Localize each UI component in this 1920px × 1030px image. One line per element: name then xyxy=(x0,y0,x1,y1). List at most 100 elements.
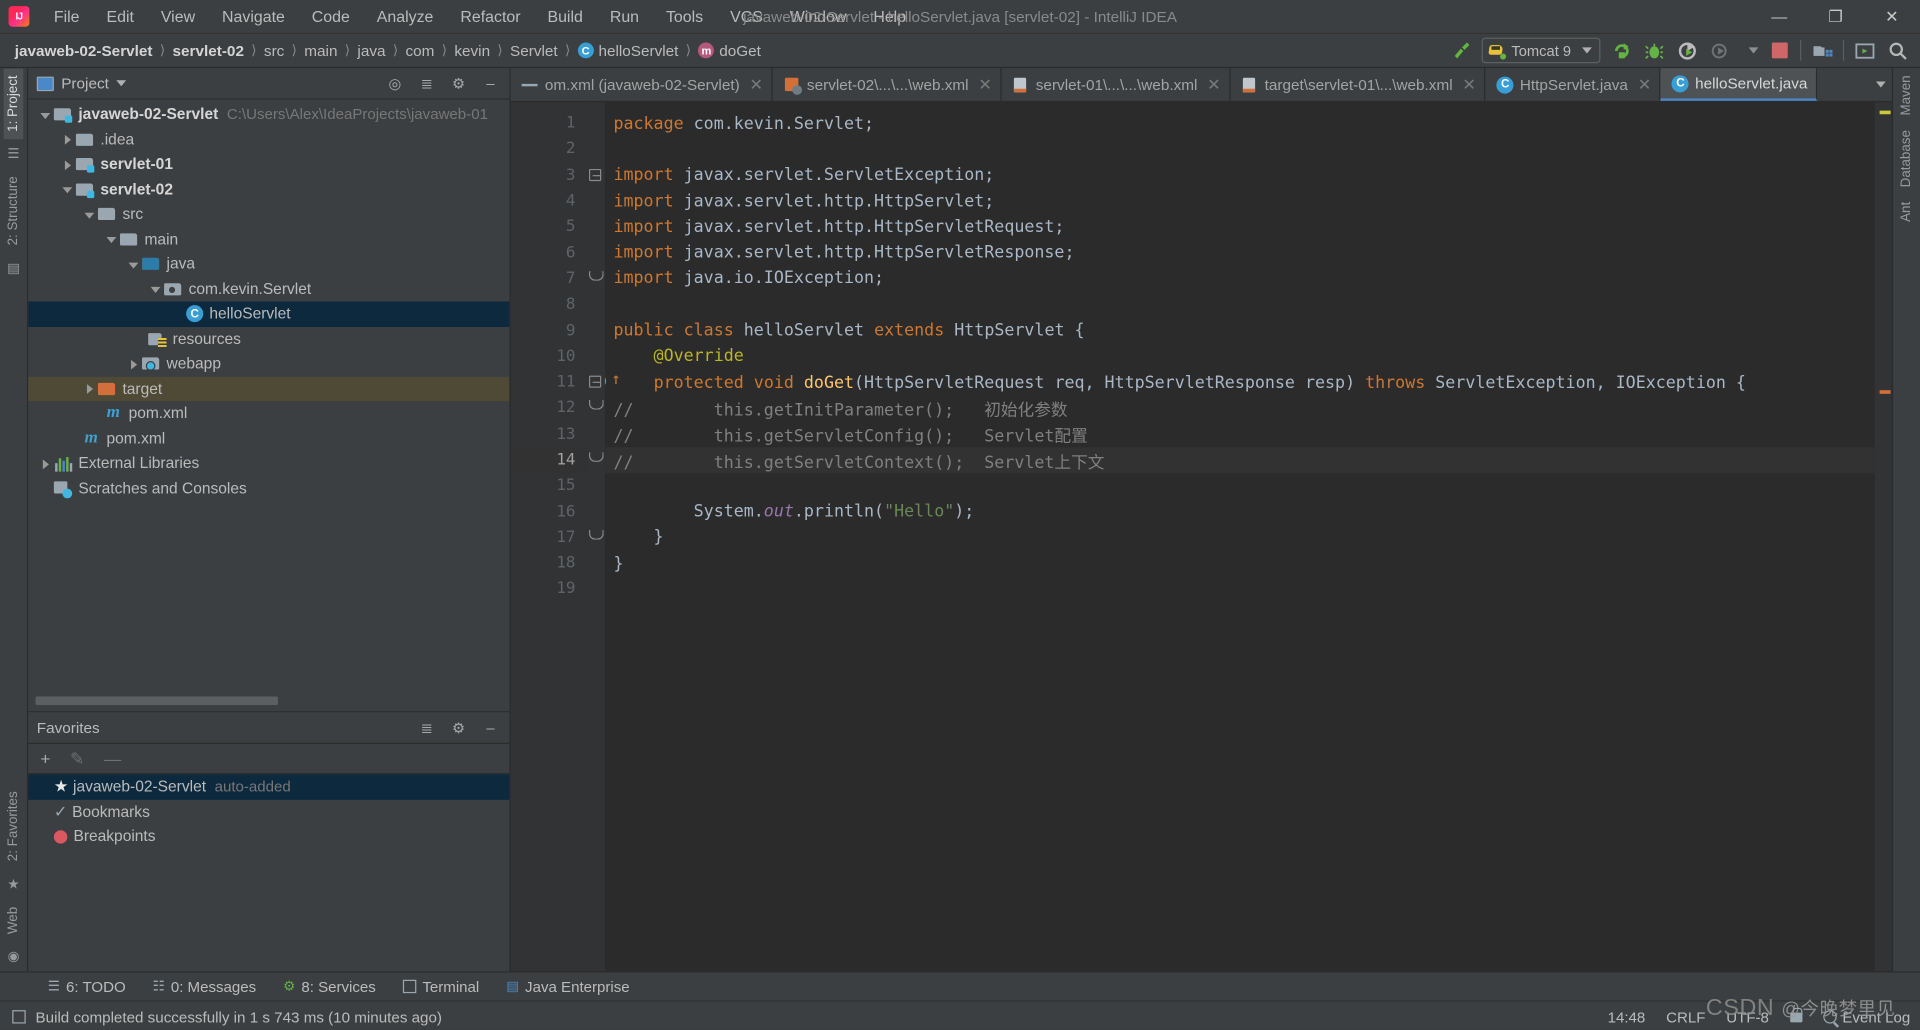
stop-icon[interactable] xyxy=(1767,38,1791,62)
tree-node-idea[interactable]: .idea xyxy=(28,127,509,152)
tool-tab-ant[interactable]: Ant xyxy=(1897,195,1917,230)
tool-window-services[interactable]: ⚙ 8: Services xyxy=(270,976,390,998)
code-folding-column[interactable] xyxy=(586,102,605,972)
close-icon[interactable]: ✕ xyxy=(1638,75,1651,94)
tool-window-todo[interactable]: ☰ 6: TODO xyxy=(34,976,139,998)
lock-icon[interactable] xyxy=(1789,1007,1802,1022)
project-horizontal-scrollbar[interactable] xyxy=(28,695,509,708)
menu-window[interactable]: Window xyxy=(776,4,860,30)
code-editor[interactable]: 1 2 3 4 5 6 7 8 9 10 11 ↑ 12 13 14 15 16… xyxy=(510,102,1892,972)
fold-method-icon[interactable] xyxy=(588,375,602,388)
warning-marker[interactable] xyxy=(1879,110,1891,115)
tree-node-servlet-02[interactable]: servlet-02 xyxy=(28,177,509,202)
code-content[interactable]: package com.kevin.Servlet; import javax.… xyxy=(604,102,1875,971)
breadcrumb-project[interactable]: javaweb-02-Servlet xyxy=(10,40,158,62)
tool-tab-web[interactable]: Web xyxy=(4,899,24,941)
editor-tab-httpservlet-java[interactable]: C HttpServlet.java ✕ xyxy=(1486,68,1661,101)
error-marker[interactable] xyxy=(1879,390,1891,394)
editor-marker-bar[interactable] xyxy=(1874,102,1892,972)
menu-edit[interactable]: Edit xyxy=(93,4,147,30)
chevron-right-icon[interactable] xyxy=(60,157,76,173)
menu-analyze[interactable]: Analyze xyxy=(363,4,447,30)
remove-favorite-button[interactable]: — xyxy=(104,749,121,768)
breadcrumb-src[interactable]: src xyxy=(259,40,289,62)
web-globe-icon[interactable]: ◉ xyxy=(4,947,22,965)
tool-tab-project[interactable]: 1: Project xyxy=(3,68,24,140)
favorites-item-project[interactable]: ★ javaweb-02-Servlet auto-added xyxy=(28,774,510,800)
tree-node-java[interactable]: java xyxy=(28,252,509,277)
minimize-button[interactable]: — xyxy=(1751,0,1807,33)
collapse-all-icon[interactable]: ≣ xyxy=(418,718,436,736)
menu-vcs[interactable]: VCS xyxy=(717,4,777,30)
chevron-down-icon[interactable] xyxy=(60,181,76,197)
collapse-all-icon[interactable]: ☰ xyxy=(4,145,22,163)
chevron-down-icon[interactable] xyxy=(116,80,127,87)
tab-list-chevron-icon[interactable] xyxy=(1875,81,1886,88)
breadcrumb-method[interactable]: m doGet xyxy=(694,40,766,62)
tree-node-scratches[interactable]: Scratches and Consoles xyxy=(28,476,509,501)
status-line-separator[interactable]: CRLF xyxy=(1666,1008,1705,1025)
run-icon[interactable] xyxy=(1609,38,1633,62)
hide-panel-icon[interactable]: – xyxy=(481,718,499,736)
build-hammer-icon[interactable] xyxy=(1449,38,1473,62)
tree-node-main[interactable]: main xyxy=(28,227,509,252)
tool-window-java-enterprise[interactable]: ▤ Java Enterprise xyxy=(493,976,643,998)
breadcrumb-module[interactable]: servlet-02 xyxy=(168,40,249,62)
tree-node-src[interactable]: src xyxy=(28,202,509,227)
menu-code[interactable]: Code xyxy=(298,4,363,30)
select-opened-file-icon[interactable]: ◎ xyxy=(386,74,404,92)
breadcrumb-main[interactable]: main xyxy=(299,40,342,62)
chevron-right-icon[interactable] xyxy=(38,456,54,472)
chevron-down-icon[interactable] xyxy=(148,281,164,297)
breadcrumb-com[interactable]: com xyxy=(401,40,440,62)
chevron-down-icon[interactable] xyxy=(38,107,54,123)
close-icon[interactable]: ✕ xyxy=(978,75,991,94)
tree-node-webapp[interactable]: webapp xyxy=(28,351,509,376)
fold-method-end-icon[interactable] xyxy=(588,529,604,540)
menu-help[interactable]: Help xyxy=(860,4,920,30)
maximize-button[interactable]: ❐ xyxy=(1807,0,1863,33)
collapse-all-icon[interactable]: ≣ xyxy=(418,74,436,92)
menu-view[interactable]: View xyxy=(147,4,208,30)
tree-node-package[interactable]: com.kevin.Servlet xyxy=(28,277,509,302)
tree-node-resources[interactable]: resources xyxy=(28,326,509,351)
close-icon[interactable]: ✕ xyxy=(1207,75,1220,94)
tree-node-pom-module[interactable]: m pom.xml xyxy=(28,401,509,426)
favorites-item-breakpoints[interactable]: Breakpoints xyxy=(28,824,509,849)
run-with-coverage-icon[interactable] xyxy=(1675,38,1699,62)
profiler-chevron-icon[interactable] xyxy=(1748,47,1759,54)
hide-panel-icon[interactable]: – xyxy=(481,74,499,92)
breadcrumb-java[interactable]: java xyxy=(353,40,391,62)
tree-node-javaweb-02-servlet[interactable]: javaweb-02-Servlet C:\Users\Alex\IdeaPro… xyxy=(28,102,509,127)
chevron-right-icon[interactable] xyxy=(82,381,98,397)
run-configuration-selector[interactable]: Tomcat 9 xyxy=(1482,37,1601,64)
add-favorite-button[interactable]: + xyxy=(40,749,50,768)
search-everywhere-icon[interactable] xyxy=(1886,38,1910,62)
close-icon[interactable]: ✕ xyxy=(1462,75,1475,94)
fold-comment-icon[interactable] xyxy=(588,400,604,410)
menu-build[interactable]: Build xyxy=(534,4,596,30)
chevron-right-icon[interactable] xyxy=(60,132,76,148)
fold-comment-end-icon[interactable] xyxy=(588,452,604,462)
settings-gear-icon[interactable]: ⚙ xyxy=(449,718,467,736)
editor-tab-servlet01-web-xml[interactable]: servlet-01\...\...\web.xml ✕ xyxy=(1001,68,1231,101)
menu-navigate[interactable]: Navigate xyxy=(209,4,299,30)
close-icon[interactable]: ✕ xyxy=(749,75,762,94)
tool-window-messages[interactable]: ☷ 0: Messages xyxy=(139,976,270,998)
ide-settings-icon[interactable] xyxy=(1853,38,1877,62)
settings-gear-icon[interactable]: ⚙ xyxy=(449,74,467,92)
tool-tab-structure[interactable]: 2: Structure xyxy=(4,170,24,254)
tree-node-servlet-01[interactable]: servlet-01 xyxy=(28,152,509,177)
tool-tab-database[interactable]: Database xyxy=(1897,123,1917,195)
editor-tab-servlet02-web-xml[interactable]: servlet-02\...\...\web.xml ✕ xyxy=(773,68,1002,101)
chevron-down-icon[interactable] xyxy=(126,256,142,272)
chevron-down-icon[interactable] xyxy=(104,231,120,247)
breadcrumb-servlet[interactable]: Servlet xyxy=(505,40,562,62)
tree-node-external-libraries[interactable]: External Libraries xyxy=(28,451,509,476)
status-encoding[interactable]: UTF-8 xyxy=(1726,1008,1769,1025)
menu-run[interactable]: Run xyxy=(596,4,652,30)
edit-favorite-button[interactable]: ✎ xyxy=(70,748,84,769)
breadcrumb-class[interactable]: C helloServlet xyxy=(573,40,684,62)
fold-imports-icon[interactable] xyxy=(588,168,602,181)
editor-gutter[interactable]: 1 2 3 4 5 6 7 8 9 10 11 ↑ 12 13 14 15 16… xyxy=(510,102,621,972)
